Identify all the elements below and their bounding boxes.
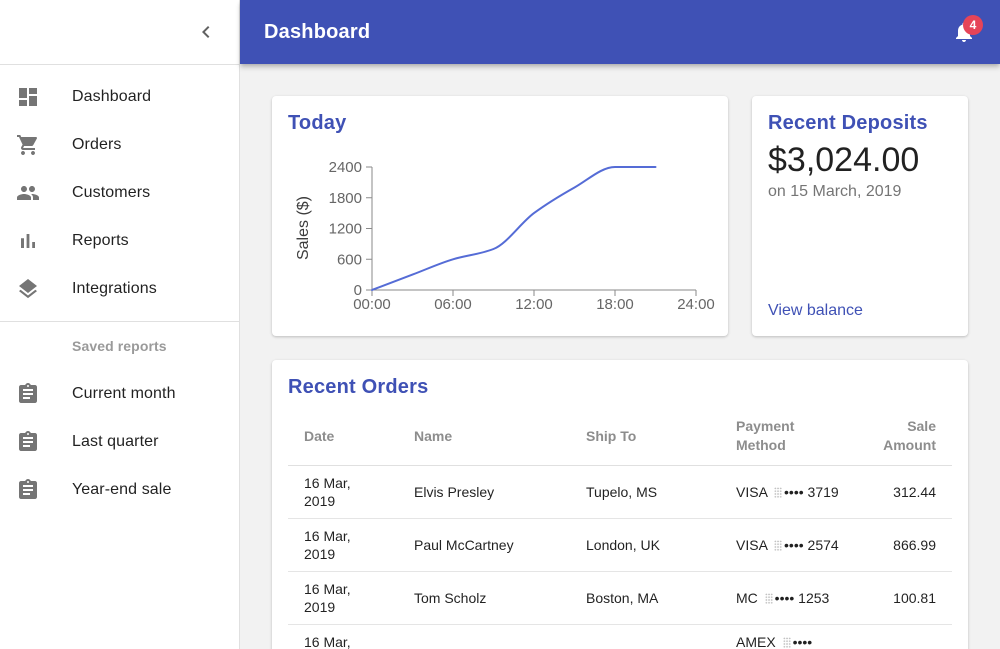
cell-payment-method: VISA •••• 3719 <box>720 465 856 519</box>
column-header-name: Name <box>398 407 570 466</box>
shopping-cart-icon <box>16 133 40 157</box>
collapse-sidebar-button[interactable] <box>182 8 230 56</box>
missing-glyph-box <box>764 593 773 604</box>
people-icon <box>16 181 40 205</box>
sidebar-item-label: Last quarter <box>72 433 159 450</box>
sidebar-item-label: Year-end sale <box>72 481 172 498</box>
sales-line-chart: 060012001800240000:00 06:00 12:00 18:00 24:0… <box>295 159 715 313</box>
cell-date: 16 Mar, 2019 <box>288 624 398 649</box>
sidebar-item-label: Orders <box>72 136 122 153</box>
cell-date: 16 Mar, 2019 <box>288 518 398 572</box>
deposits-card-title: Recent Deposits <box>768 112 928 134</box>
sidebar-item-dashboard[interactable]: Dashboard <box>0 73 239 121</box>
orders-table: Date Name Ship To Payment Method Sale Amount… <box>288 407 952 649</box>
table-row: 16 Mar, 2019 AMEX •••• 2000 <box>288 624 952 649</box>
cell-ship-to: London, UK <box>570 518 720 572</box>
table-header-row: Date Name Ship To Payment Method Sale Amount <box>288 407 952 466</box>
page-title: Dashboard <box>264 20 371 43</box>
sidebar-item-label: Reports <box>72 232 129 249</box>
cell-sale-amount <box>856 624 952 649</box>
sidebar-item-reports[interactable]: Reports <box>0 217 239 265</box>
sidebar-item-current-month[interactable]: Current month <box>0 370 239 418</box>
cell-name <box>398 624 570 649</box>
today-chart-card: Today 0 600 1200 1800 2400 00:00 06:00 12:00 18:… <box>272 96 728 336</box>
column-header-sale-amount: Sale Amount <box>856 407 952 466</box>
saved-reports-header: Saved reports <box>72 338 167 354</box>
x-tick-label: 06:00 <box>434 296 472 313</box>
cell-ship-to: Tupelo, MS <box>570 465 720 519</box>
notifications-button[interactable]: 4 <box>940 8 988 56</box>
y-tick-label: 2400 <box>329 159 362 176</box>
sidebar-saved-nav: Current month Last quarter Year-end sale <box>0 370 239 522</box>
sidebar-item-customers[interactable]: Customers <box>0 169 239 217</box>
cell-name: Paul McCartney <box>398 518 570 572</box>
x-tick-label: 24:00 <box>677 296 715 313</box>
sidebar-header <box>0 0 239 64</box>
cell-ship-to: Boston, MA <box>570 571 720 625</box>
column-header-ship-to: Ship To <box>570 407 720 466</box>
recent-orders-card: Recent Orders Date Name Ship To Payment Met… <box>272 360 968 649</box>
cell-date: 16 Mar, 2019 <box>288 465 398 519</box>
recent-deposits-card: Recent Deposits $3,024.00 on 15 March, 2… <box>752 96 968 336</box>
cell-name: Elvis Presley <box>398 465 570 519</box>
missing-glyph-box <box>774 487 783 498</box>
table-row: 16 Mar, 2019 Elvis Presley Tupelo, MS VISA … <box>288 465 952 519</box>
deposit-amount: $3,024.00 <box>768 141 920 179</box>
assignment-icon <box>16 430 40 454</box>
y-axis-label: Sales ($) <box>295 196 312 260</box>
y-tick-label: 1800 <box>329 190 362 207</box>
cell-payment-method: VISA •••• 2574 <box>720 518 856 572</box>
cell-payment-method: AMEX •••• 2000 <box>720 624 856 649</box>
cell-sale-amount: 312.44 <box>856 465 952 519</box>
sidebar-item-label: Current month <box>72 385 176 402</box>
x-tick-label: 00:00 <box>353 296 391 313</box>
notification-badge: 4 <box>963 15 983 35</box>
x-tick-label: 18:00 <box>596 296 634 313</box>
cell-ship-to <box>570 624 720 649</box>
app: { "app": { "primary_color": "#3f51b5", "… <box>0 0 1000 649</box>
table-row: 16 Mar, 2019 Tom Scholz Boston, MA MC •••• … <box>288 571 952 625</box>
sidebar-item-year-end-sale[interactable]: Year-end sale <box>0 466 239 514</box>
cell-name: Tom Scholz <box>398 571 570 625</box>
deposit-date: on 15 March, 2019 <box>768 183 902 200</box>
chevron-left-icon <box>194 20 218 44</box>
y-tick-label: 600 <box>337 251 362 268</box>
dashboard-icon <box>16 85 40 109</box>
sidebar-item-label: Customers <box>72 184 151 201</box>
table-row: 16 Mar, 2019 Paul McCartney London, UK VISA… <box>288 518 952 572</box>
orders-card-title: Recent Orders <box>288 376 429 398</box>
x-tick-label: 12:00 <box>515 296 553 313</box>
sidebar-item-orders[interactable]: Orders <box>0 121 239 169</box>
y-tick-label: 1200 <box>329 221 362 238</box>
main-content: Today 0 600 1200 1800 2400 00:00 06:00 12:00 18:… <box>240 0 1000 649</box>
sidebar-item-label: Integrations <box>72 280 157 297</box>
assignment-icon <box>16 478 40 502</box>
sales-line-series <box>371 166 657 291</box>
cell-sale-amount: 866.99 <box>856 518 952 572</box>
column-header-date: Date <box>288 407 398 466</box>
layers-icon <box>16 277 40 301</box>
sidebar-item-label: Dashboard <box>72 88 152 105</box>
cell-sale-amount: 100.81 <box>856 571 952 625</box>
cell-payment-method: MC •••• 1253 <box>720 571 856 625</box>
cell-date: 16 Mar, 2019 <box>288 571 398 625</box>
missing-glyph-box <box>782 637 791 648</box>
sidebar-main-nav: Dashboard Orders Customers Reports Integrati… <box>0 65 239 321</box>
bar-chart-icon <box>16 229 40 253</box>
sidebar-item-integrations[interactable]: Integrations <box>0 265 239 313</box>
sidebar: Dashboard Orders Customers Reports Integrati… <box>0 0 240 649</box>
column-header-payment-method: Payment Method <box>720 407 856 466</box>
view-balance-link[interactable]: View balance <box>768 302 863 320</box>
missing-glyph-box <box>774 540 783 551</box>
sidebar-item-last-quarter[interactable]: Last quarter <box>0 418 239 466</box>
app-bar: Dashboard 4 <box>240 0 1000 64</box>
assignment-icon <box>16 382 40 406</box>
